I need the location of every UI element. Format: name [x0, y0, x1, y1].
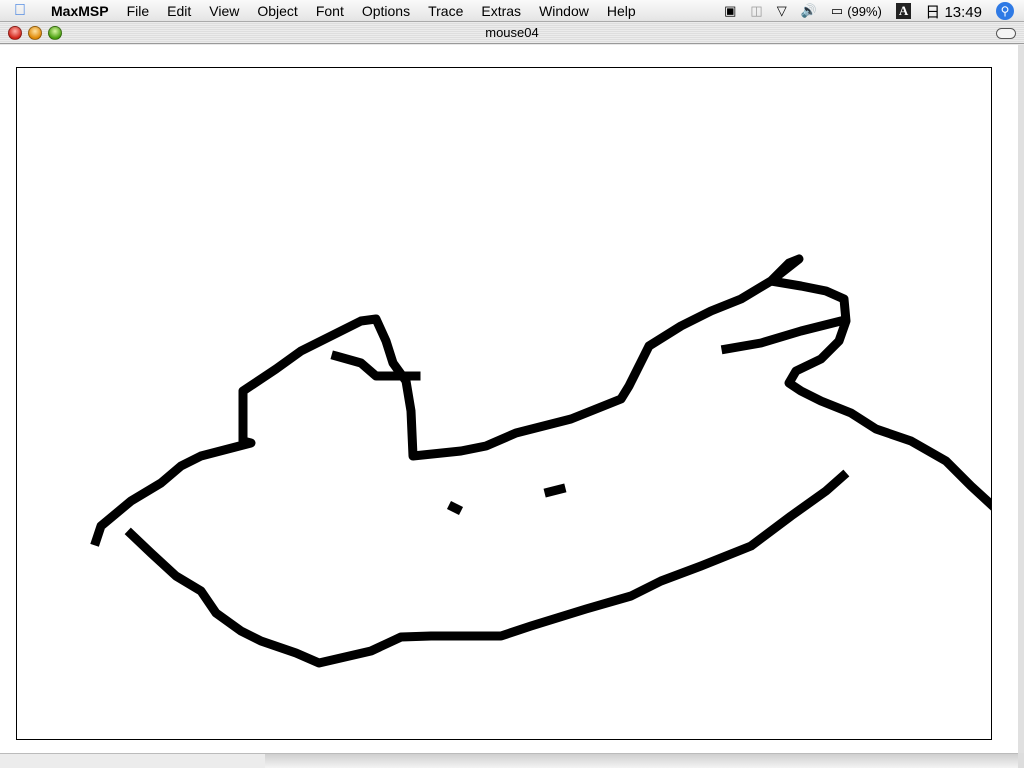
menu-object[interactable]: Object [248, 3, 306, 19]
clock[interactable]: 日 13:49 [925, 1, 982, 22]
stroke-upper-outline [90, 254, 991, 547]
window-titlebar[interactable]: mouse04 [0, 22, 1024, 44]
window-title: mouse04 [485, 25, 539, 40]
resize-grip[interactable] [1018, 753, 1024, 768]
battery-icon[interactable]: ▭ [831, 3, 843, 19]
menu-font[interactable]: Font [307, 3, 353, 19]
zoom-button[interactable] [48, 26, 62, 40]
wifi-icon[interactable]: ▽ [777, 3, 787, 19]
sync-icon[interactable]: ◫ [750, 3, 762, 19]
close-button[interactable] [8, 26, 22, 40]
horizontal-scrollbar[interactable] [0, 753, 1018, 768]
toolbar-toggle-button[interactable] [996, 28, 1016, 39]
spotlight-icon[interactable]: ⚲ [996, 2, 1014, 20]
stroke-lower-outline [124, 469, 850, 668]
display-icon[interactable]: ▣ [724, 3, 736, 19]
menu-view[interactable]: View [200, 3, 248, 19]
stroke-inner-curve [720, 315, 847, 355]
input-menu-icon[interactable]: A [895, 3, 912, 19]
battery-percent[interactable]: (99%) [847, 4, 882, 19]
vertical-scrollbar[interactable] [1018, 45, 1024, 753]
clock-time: 13:49 [944, 3, 982, 21]
apple-menu-icon[interactable]:  [14, 2, 34, 20]
menu-options[interactable]: Options [353, 3, 419, 19]
drawing-svg [90, 254, 991, 668]
stroke-small-curve [330, 350, 421, 381]
stroke-dot-2 [543, 483, 567, 498]
volume-icon[interactable]: 🔊 [801, 3, 817, 19]
menu-extras[interactable]: Extras [472, 3, 530, 19]
drawing-canvas[interactable] [16, 67, 992, 740]
menu-edit[interactable]: Edit [158, 3, 200, 19]
menu-bar:  MaxMSP File Edit View Object Font Opti… [0, 0, 1024, 22]
horizontal-scroll-thumb[interactable] [265, 754, 1018, 768]
patcher-content [0, 45, 1018, 753]
menu-file[interactable]: File [118, 3, 159, 19]
clock-prefix: 日 [925, 3, 941, 21]
menu-app[interactable]: MaxMSP [42, 3, 118, 19]
menu-window[interactable]: Window [530, 3, 598, 19]
menu-help[interactable]: Help [598, 3, 645, 19]
stroke-dot-1 [446, 500, 464, 516]
menu-trace[interactable]: Trace [419, 3, 472, 19]
minimize-button[interactable] [28, 26, 42, 40]
